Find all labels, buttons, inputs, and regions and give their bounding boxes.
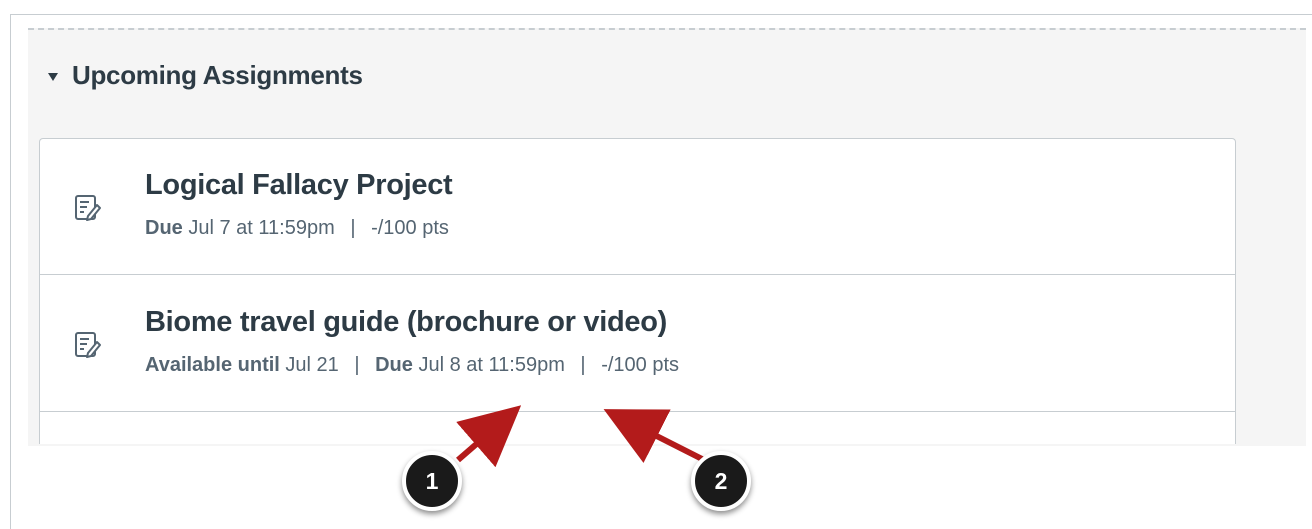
section-title: Upcoming Assignments (72, 60, 363, 90)
assignment-row-partial (40, 413, 1235, 444)
assignment-title[interactable]: Biome travel guide (brochure or video) (145, 306, 667, 339)
assignment-meta: Due Jul 7 at 11:59pm | -/100 pts (145, 217, 449, 240)
points: -/100 pts (601, 354, 680, 376)
due-date: Jul 8 at 11:59pm (418, 354, 565, 376)
assignment-row-biome-travel-guide[interactable]: Biome travel guide (brochure or video) A… (40, 276, 1235, 412)
assignment-icon (75, 195, 101, 221)
triangle-down-icon (48, 72, 58, 81)
available-label: Available until (145, 354, 280, 376)
due-label: Due (145, 217, 183, 239)
callout-badge-1: 1 (402, 451, 462, 511)
assignment-meta: Available until Jul 21 | Due Jul 8 at 11… (145, 354, 679, 377)
assignment-icon (75, 332, 101, 358)
callout-badge-2: 2 (691, 451, 751, 511)
meta-separator: | (354, 354, 360, 376)
due-label: Due (375, 354, 413, 376)
due-date: Jul 7 at 11:59pm (188, 217, 335, 239)
assignment-title[interactable]: Logical Fallacy Project (145, 169, 453, 202)
points: -/100 pts (371, 217, 449, 239)
meta-separator: | (350, 217, 356, 239)
meta-separator: | (580, 354, 586, 376)
assignment-row-logical-fallacy-project[interactable]: Logical Fallacy Project Due Jul 7 at 11:… (40, 139, 1235, 275)
upcoming-assignments-toggle[interactable]: Upcoming Assignments (48, 60, 363, 91)
assignment-list: Logical Fallacy Project Due Jul 7 at 11:… (39, 138, 1236, 444)
available-date: Jul 21 (285, 354, 339, 376)
